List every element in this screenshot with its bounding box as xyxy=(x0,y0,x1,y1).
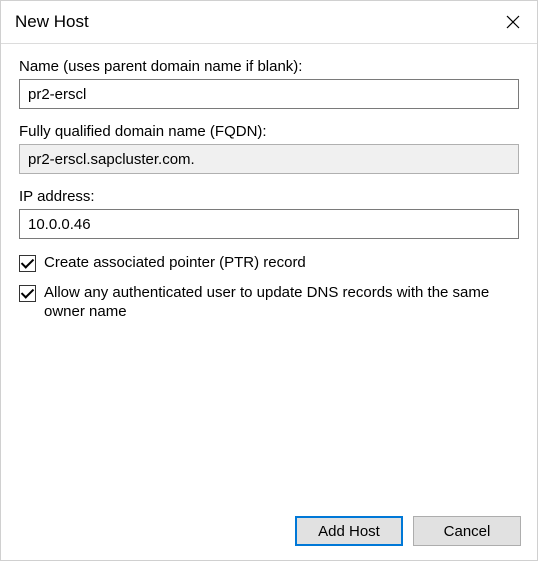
close-icon[interactable] xyxy=(503,12,523,32)
ip-field: IP address: xyxy=(19,188,519,239)
allow-update-checkbox[interactable] xyxy=(19,285,36,302)
name-field: Name (uses parent domain name if blank): xyxy=(19,58,519,109)
name-input[interactable] xyxy=(19,79,519,109)
dialog-content: Name (uses parent domain name if blank):… xyxy=(1,44,537,504)
allow-update-checkbox-row[interactable]: Allow any authenticated user to update D… xyxy=(19,283,519,322)
dialog-title: New Host xyxy=(15,12,89,32)
ptr-checkbox[interactable] xyxy=(19,255,36,272)
ptr-checkbox-label: Create associated pointer (PTR) record xyxy=(44,253,306,273)
ptr-checkbox-row[interactable]: Create associated pointer (PTR) record xyxy=(19,253,519,273)
button-row: Add Host Cancel xyxy=(1,504,537,560)
fqdn-input xyxy=(19,144,519,174)
cancel-button[interactable]: Cancel xyxy=(413,516,521,546)
ip-label: IP address: xyxy=(19,188,519,205)
ip-input[interactable] xyxy=(19,209,519,239)
fqdn-label: Fully qualified domain name (FQDN): xyxy=(19,123,519,140)
allow-update-checkbox-label: Allow any authenticated user to update D… xyxy=(44,283,519,322)
fqdn-field: Fully qualified domain name (FQDN): xyxy=(19,123,519,174)
add-host-button[interactable]: Add Host xyxy=(295,516,403,546)
new-host-dialog: New Host Name (uses parent domain name i… xyxy=(0,0,538,561)
titlebar: New Host xyxy=(1,1,537,43)
name-label: Name (uses parent domain name if blank): xyxy=(19,58,519,75)
